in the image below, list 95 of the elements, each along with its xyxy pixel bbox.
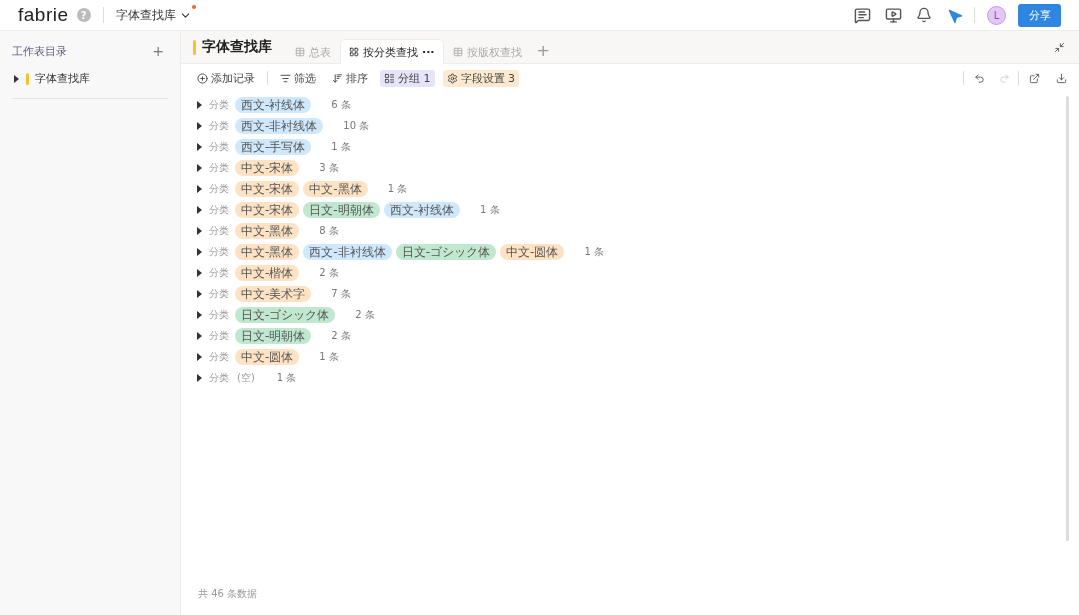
sheet-title: 字体查找库 — [202, 38, 272, 56]
category-tag: 日文-ゴシック体 — [395, 243, 497, 260]
sort-icon — [332, 72, 343, 84]
record-count: 6 条 — [331, 97, 351, 112]
record-count: 1 条 — [319, 349, 339, 364]
category-tag: 中文-美术字 — [235, 285, 312, 302]
caret-icon[interactable] — [195, 205, 203, 214]
sidebar-item[interactable]: 字体查找库 — [35, 71, 90, 86]
record-count: 1 条 — [480, 202, 500, 217]
category-tag: 中文-宋体 — [235, 201, 300, 218]
toolbar-button[interactable]: 字段设置 3 — [442, 69, 519, 87]
record-count: 2 条 — [331, 328, 351, 343]
caret-icon[interactable] — [195, 268, 203, 277]
view-tab[interactable]: 按分类查找 ··· — [340, 39, 444, 64]
grid-icon — [349, 47, 359, 57]
record-count: 7 条 — [331, 286, 351, 301]
caret-icon[interactable] — [195, 121, 203, 130]
group-field-label: 分类 — [209, 349, 229, 364]
group-field-label: 分类 — [209, 307, 229, 322]
category-tag: 西文-衬线体 — [383, 201, 461, 218]
caret-icon[interactable] — [195, 373, 203, 382]
empty-value: (空) — [237, 370, 255, 385]
record-total: 共 46 条数据 — [198, 588, 258, 599]
category-tag: 西文-非衬线体 — [303, 243, 392, 260]
table-icon — [452, 47, 463, 57]
category-tag: 中文-黑体 — [303, 180, 368, 197]
caret-icon[interactable] — [195, 331, 203, 340]
caret-icon[interactable] — [195, 100, 203, 109]
record-count: 1 条 — [276, 370, 297, 385]
record-count: 1 条 — [387, 181, 408, 196]
toolbar-button[interactable]: 添加记录 — [193, 69, 259, 87]
play-icon[interactable] — [885, 6, 902, 24]
category-tag: 中文-宋体 — [235, 180, 300, 197]
table-icon — [295, 47, 305, 57]
avatar[interactable]: L — [987, 5, 1006, 25]
caret-icon[interactable] — [195, 289, 203, 298]
category-tag: 西文-手写体 — [235, 138, 312, 155]
group-field-label: 分类 — [209, 286, 229, 301]
category-tag: 中文-圆体 — [235, 348, 300, 365]
caret-icon[interactable] — [195, 310, 203, 319]
group-field-label: 分类 — [209, 118, 229, 133]
toolbar-button[interactable]: 分组 1 — [380, 69, 435, 87]
record-count: 1 条 — [584, 244, 604, 259]
record-count: 2 条 — [355, 307, 375, 322]
group-field-label: 分类 — [209, 97, 229, 112]
pointer-icon[interactable] — [946, 7, 962, 23]
comment-icon[interactable] — [854, 6, 871, 24]
category-tag: 中文-宋体 — [235, 159, 300, 176]
record-count: 2 条 — [319, 265, 339, 280]
record-count: 10 条 — [343, 118, 370, 133]
filter-icon — [280, 72, 291, 84]
group-field-label: 分类 — [209, 265, 229, 280]
category-tag: 西文-衬线体 — [235, 96, 312, 113]
category-tag: 中文-楷体 — [235, 264, 300, 281]
group-field-label: 分类 — [209, 244, 229, 259]
group-field-label: 分类 — [209, 139, 229, 154]
sidebar-title: 工作表目录 — [12, 43, 67, 59]
group-field-label: 分类 — [209, 223, 229, 238]
group-field-label: 分类 — [209, 202, 229, 217]
category-tag: 中文-圆体 — [500, 243, 565, 260]
caret-icon[interactable] — [195, 226, 203, 235]
group-field-label: 分类 — [209, 370, 229, 385]
category-tag: 西文-非衬线体 — [235, 117, 324, 134]
toolbar-button[interactable]: 排序 — [328, 69, 372, 87]
category-tag: 中文-黑体 — [235, 222, 300, 239]
add-sheet-button[interactable]: + — [148, 43, 168, 59]
undo-icon[interactable] — [974, 72, 985, 84]
open-external-icon[interactable] — [1029, 72, 1040, 84]
record-count: 8 条 — [319, 223, 339, 238]
category-tag: 日文-明朝体 — [235, 327, 312, 344]
collapse-icon[interactable] — [1054, 41, 1065, 53]
group-field-label: 分类 — [209, 160, 229, 175]
caret-icon[interactable] — [195, 142, 203, 151]
record-count: 1 条 — [331, 139, 351, 154]
plus-circle-icon — [197, 72, 208, 84]
caret-icon[interactable] — [12, 74, 20, 83]
category-tag: 日文-ゴシック体 — [235, 306, 336, 323]
category-tag: 中文-黑体 — [235, 243, 300, 260]
caret-icon[interactable] — [195, 184, 203, 193]
group-icon — [384, 72, 395, 84]
caret-icon[interactable] — [195, 163, 203, 172]
bell-icon[interactable] — [916, 7, 932, 23]
group-field-label: 分类 — [209, 328, 229, 343]
settings-icon — [446, 72, 458, 84]
unsaved-dot — [191, 4, 196, 9]
category-tag: 日文-明朝体 — [303, 201, 380, 218]
logo[interactable]: fabrie — [18, 4, 69, 26]
caret-icon[interactable] — [195, 352, 203, 361]
caret-icon[interactable] — [195, 247, 203, 256]
toolbar-button[interactable]: 筛选 — [276, 69, 320, 87]
group-field-label: 分类 — [209, 181, 229, 196]
document-title[interactable]: 字体查找库 — [115, 6, 192, 24]
share-button[interactable]: 分享 — [1018, 3, 1061, 27]
download-icon[interactable] — [1056, 72, 1067, 84]
record-count: 3 条 — [319, 160, 339, 175]
